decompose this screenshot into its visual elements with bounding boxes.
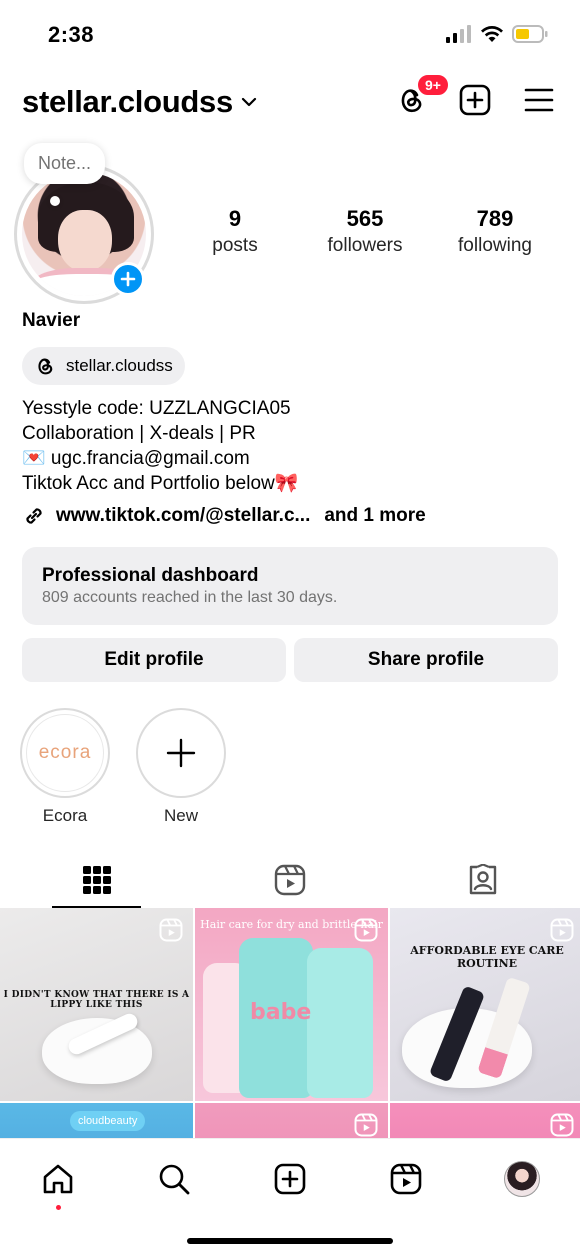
highlight-cover: ecora — [20, 708, 110, 798]
display-name: Navier — [22, 310, 81, 331]
bio-line: Collaboration | X-deals | PR — [22, 423, 256, 444]
reel-indicator-icon — [550, 918, 574, 942]
highlight-cover-text: ecora — [26, 714, 104, 792]
reel-indicator-icon — [354, 1113, 378, 1137]
nav-reels[interactable] — [382, 1155, 430, 1203]
bio-link-url[interactable]: www.tiktok.com/@stellar.c... — [56, 505, 310, 527]
profile-header: stellar.cloudss 9+ — [0, 73, 580, 130]
dashboard-title: Professional dashboard — [42, 565, 259, 586]
reels-icon — [274, 864, 306, 896]
threads-profile-link[interactable]: stellar.cloudss — [22, 347, 185, 385]
home-icon — [43, 1164, 73, 1194]
bio-link-more[interactable]: and 1 more — [324, 505, 425, 527]
create-button[interactable] — [458, 83, 492, 117]
post-caption: I DIDN'T KNOW THAT THERE IS A LIPPY LIKE… — [3, 990, 190, 1010]
grid-icon — [82, 866, 111, 894]
stat-label: following — [458, 235, 532, 256]
highlight-label: New — [163, 806, 198, 825]
post-caption: cloudbeauty — [70, 1111, 146, 1131]
link-icon — [26, 508, 42, 524]
notification-dot — [56, 1205, 61, 1210]
highlight-label: Ecora — [42, 806, 88, 825]
battery-icon — [512, 25, 548, 43]
reel-indicator-icon — [550, 1113, 574, 1137]
add-story-button[interactable] — [111, 262, 145, 296]
stat-value: 565 — [346, 206, 384, 231]
chevron-down-icon — [241, 97, 256, 107]
status-icons — [446, 24, 548, 44]
bio-links[interactable]: www.tiktok.com/@stellar.c... and 1 more — [22, 504, 426, 528]
plus-icon — [166, 738, 196, 768]
highlight-ecora[interactable]: ecora Ecora — [20, 708, 110, 826]
hamburger-menu-icon — [524, 88, 554, 112]
stat-value: 789 — [476, 206, 514, 231]
note-bubble[interactable]: Note... — [24, 143, 106, 184]
plus-square-icon — [459, 84, 491, 116]
bio-line: Yesstyle code: UZZLANGCIA05 — [22, 398, 291, 419]
bio-line: 💌 ugc.francia@gmail.com — [22, 448, 250, 469]
profile-tabs — [0, 852, 580, 908]
dashboard-subtitle: 809 accounts reached in the last 30 days… — [42, 589, 338, 606]
stat-posts[interactable]: 9 posts — [170, 205, 300, 259]
wifi-icon — [481, 26, 503, 42]
bio: Yesstyle code: UZZLANGCIA05 Collaboratio… — [22, 396, 298, 496]
status-time: 2:38 — [48, 22, 95, 47]
post-thumbnail[interactable]: Hair care for dry and brittle hair babe — [195, 908, 388, 1101]
post-thumbnail[interactable]: I DIDN'T KNOW THAT THERE IS A LIPPY LIKE… — [0, 908, 193, 1101]
threads-badge: 9+ — [416, 73, 450, 97]
stat-label: posts — [212, 235, 258, 256]
profile-avatar-small — [504, 1161, 540, 1197]
post-caption: AFFORDABLE EYE CARE ROUTINE — [410, 944, 564, 970]
share-profile-button[interactable]: Share profile — [294, 638, 558, 682]
account-switcher[interactable]: stellar.cloudss — [22, 84, 257, 120]
threads-button[interactable]: 9+ — [394, 73, 450, 117]
profile-stats: 9 posts 565 followers 789 following — [170, 205, 560, 259]
nav-home[interactable] — [34, 1155, 82, 1210]
home-indicator — [187, 1238, 393, 1244]
status-bar: 2:38 — [0, 0, 580, 70]
plus-icon — [120, 271, 136, 287]
note-bubble-tail — [50, 196, 60, 206]
reel-indicator-icon — [159, 918, 183, 942]
nav-profile[interactable] — [498, 1155, 546, 1203]
stat-value: 9 — [228, 206, 242, 231]
tab-posts-grid[interactable] — [0, 852, 193, 908]
bio-line: Tiktok Acc and Portfolio below🎀 — [22, 473, 299, 494]
nav-create[interactable] — [266, 1155, 314, 1203]
tab-reels[interactable] — [193, 852, 386, 908]
edit-profile-button[interactable]: Edit profile — [22, 638, 286, 682]
search-icon — [159, 1164, 190, 1195]
reels-icon — [390, 1163, 422, 1195]
signal-icon — [446, 25, 471, 43]
highlight-cover — [136, 708, 226, 798]
stat-label: followers — [327, 235, 403, 256]
professional-dashboard[interactable]: Professional dashboard 809 accounts reac… — [22, 547, 558, 625]
menu-button[interactable] — [522, 83, 556, 117]
username-label: stellar.cloudss — [22, 84, 233, 119]
tab-tagged[interactable] — [387, 852, 580, 908]
product-brand: babe — [250, 1000, 312, 1025]
nav-search[interactable] — [150, 1155, 198, 1203]
story-highlights: ecora Ecora New — [20, 708, 226, 826]
threads-icon — [38, 358, 53, 375]
threads-handle: stellar.cloudss — [66, 356, 173, 375]
highlight-new[interactable]: New — [136, 708, 226, 826]
reel-indicator-icon — [354, 918, 378, 942]
stat-following[interactable]: 789 following — [430, 205, 560, 259]
tagged-user-icon — [470, 864, 497, 895]
post-thumbnail[interactable]: AFFORDABLE EYE CARE ROUTINE — [390, 908, 580, 1101]
stat-followers[interactable]: 565 followers — [300, 205, 430, 259]
plus-square-icon — [274, 1163, 306, 1195]
profile-actions: Edit profile Share profile — [22, 638, 558, 682]
